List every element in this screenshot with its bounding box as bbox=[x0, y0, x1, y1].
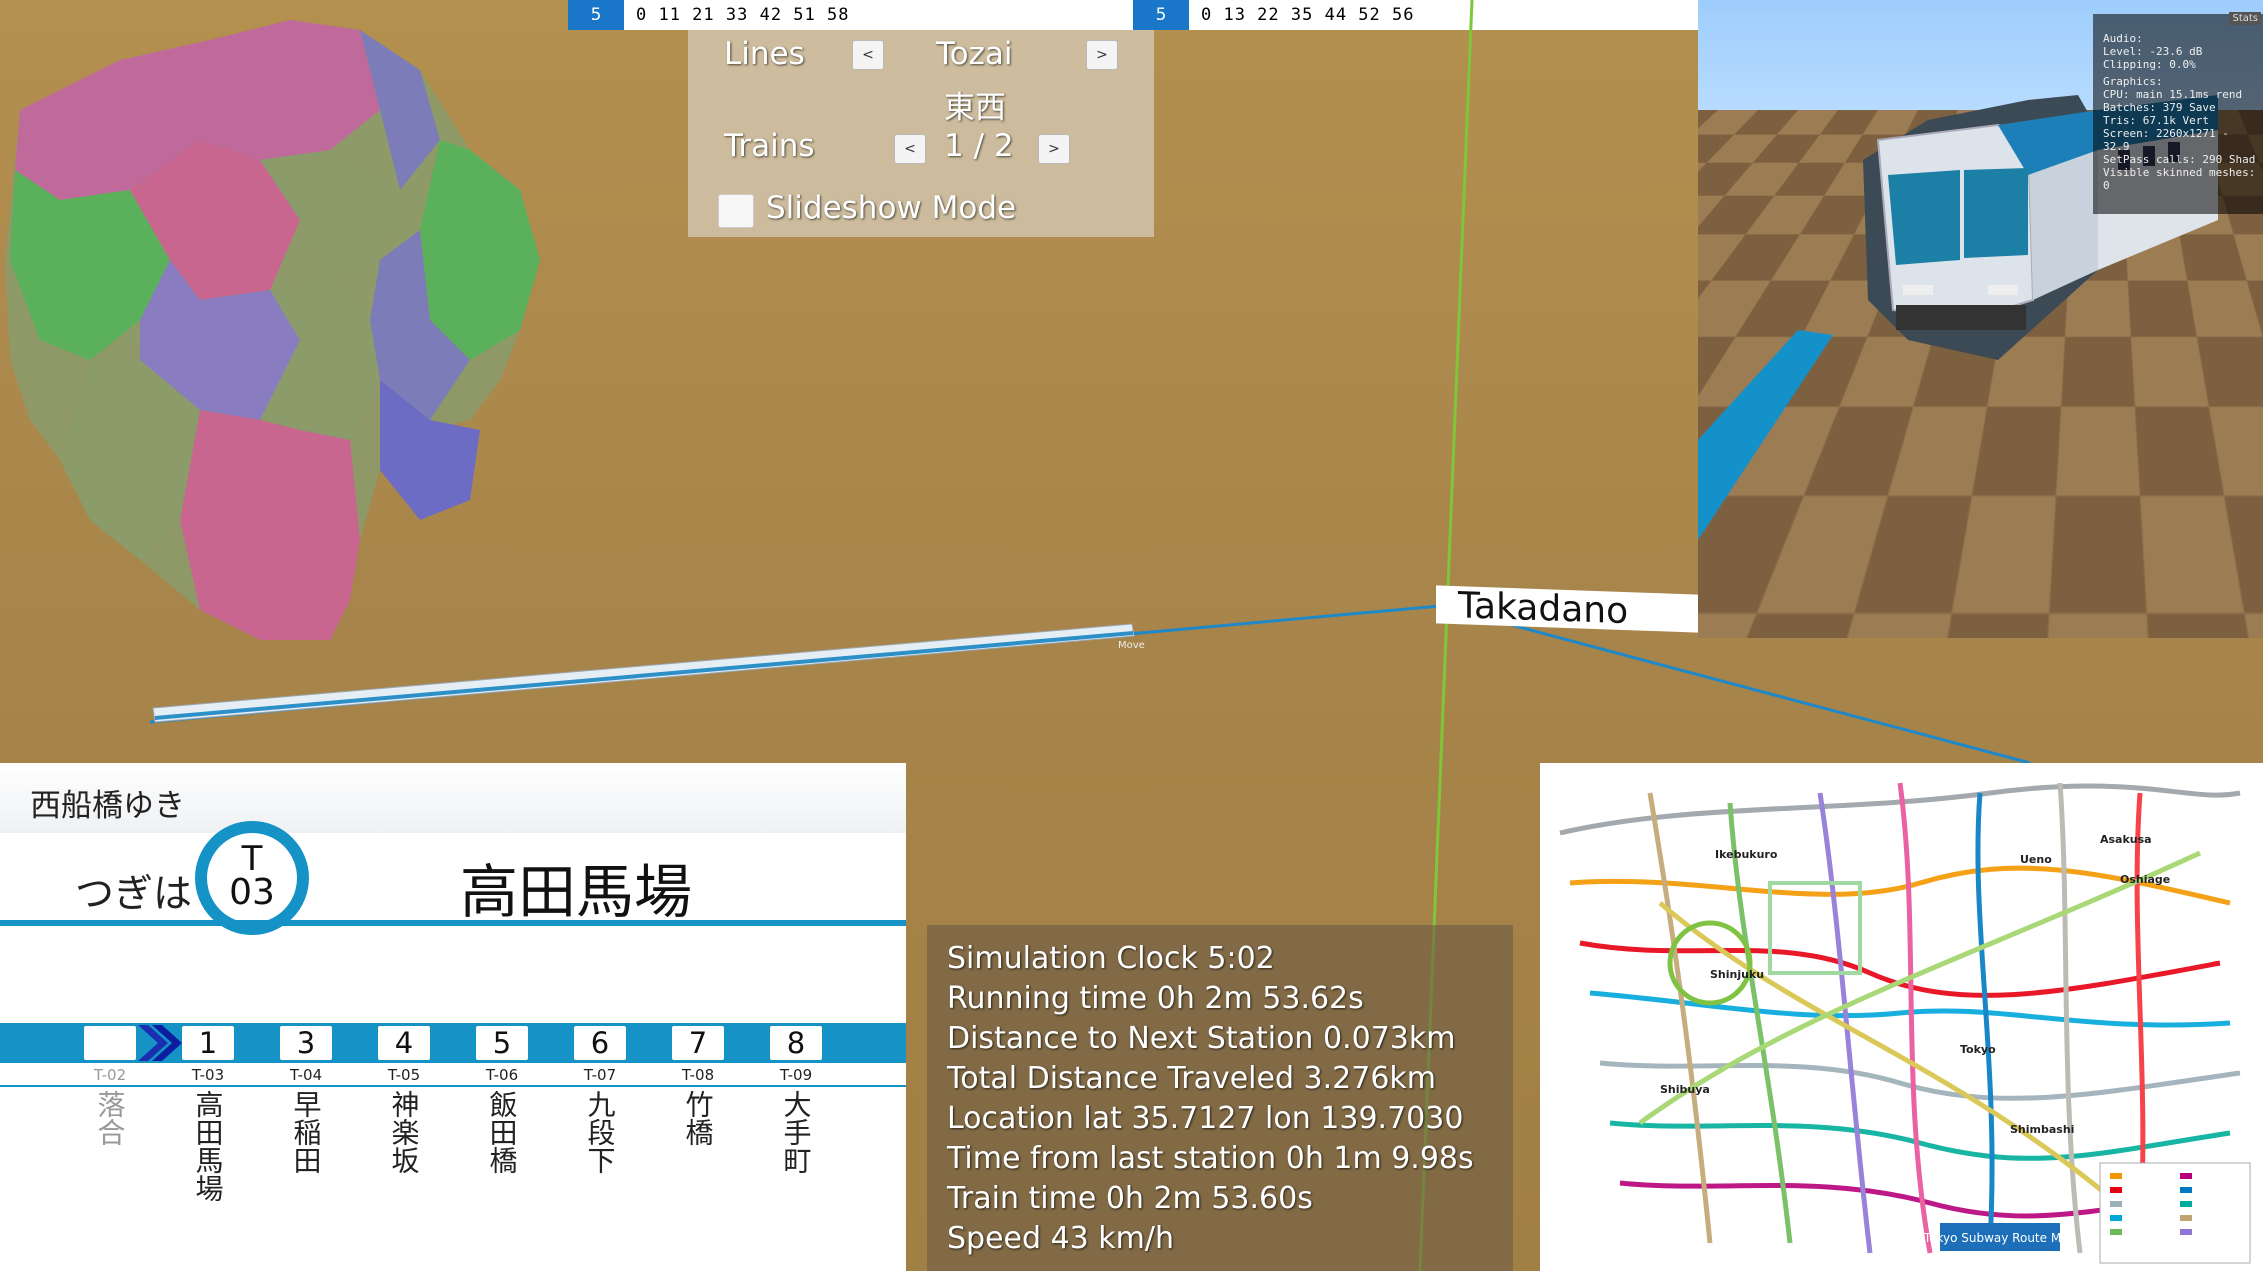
simulation-clock: Simulation Clock 5:02 bbox=[947, 941, 1275, 976]
stats-graphics: Graphics: bbox=[2103, 75, 2163, 88]
station-item-name: 高田馬場 bbox=[191, 1090, 225, 1202]
next-station-name: 高田馬場 bbox=[460, 858, 693, 926]
station-item: 1 T-03 高田馬場 bbox=[175, 1026, 241, 1202]
map-label: Ikebukuro bbox=[1715, 848, 1778, 861]
station-item: 4 T-05 神楽坂 bbox=[371, 1026, 437, 1202]
stats-audio: Audio: bbox=[2103, 32, 2143, 45]
stats-clipping: Clipping: 0.0% bbox=[2103, 58, 2196, 71]
train-window bbox=[1888, 170, 1960, 265]
station-index: 6 bbox=[574, 1026, 626, 1060]
destination-text: 西船橋ゆき bbox=[30, 788, 185, 824]
lines-label: Lines bbox=[724, 36, 805, 72]
train-prev-button[interactable]: < bbox=[894, 134, 926, 164]
speed: Speed 43 km/h bbox=[947, 1221, 1175, 1256]
station-display: 西船橋ゆき つぎは T 03 高田馬場 T-02 落合 1 T-03 高田馬場 … bbox=[0, 763, 906, 1271]
map-label: Tokyo bbox=[1960, 1043, 1996, 1056]
station-index: 4 bbox=[378, 1026, 430, 1060]
station-index: 5 bbox=[476, 1026, 528, 1060]
station-code: T-08 bbox=[681, 1066, 715, 1084]
station-item-name: 神楽坂 bbox=[387, 1090, 421, 1174]
station-index bbox=[84, 1026, 136, 1060]
distance-next-station: Distance to Next Station 0.073km bbox=[947, 1021, 1456, 1056]
station-item-name: 竹橋 bbox=[681, 1090, 715, 1146]
map-label: Oshiage bbox=[2120, 873, 2170, 886]
station-item-name: 飯田橋 bbox=[485, 1090, 519, 1174]
station-code: T-06 bbox=[485, 1066, 519, 1084]
stats-skinned: Visible skinned meshes: 0 bbox=[2103, 166, 2256, 192]
station-code: T-05 bbox=[387, 1066, 421, 1084]
map-label: Shinjuku bbox=[1710, 968, 1764, 981]
line-name: Tozai bbox=[936, 36, 1013, 72]
station-code: T-07 bbox=[583, 1066, 617, 1084]
station-item: 5 T-06 飯田橋 bbox=[469, 1026, 535, 1202]
subway-map-drawing: Tokyo Subway Route Map Ikebukuro Shinjuk… bbox=[1540, 763, 2263, 1271]
header-divider bbox=[0, 920, 906, 926]
station-item-name: 九段下 bbox=[583, 1090, 617, 1174]
station-item: 3 T-04 早稲田 bbox=[273, 1026, 339, 1202]
station-index: 8 bbox=[770, 1026, 822, 1060]
station-index: 1 bbox=[182, 1026, 234, 1060]
station-code: T-02 bbox=[93, 1066, 127, 1084]
station-letter: T bbox=[241, 839, 263, 879]
total-distance: Total Distance Traveled 3.276km bbox=[947, 1061, 1437, 1096]
train-coupler bbox=[1896, 305, 2026, 330]
station-code: T-03 bbox=[191, 1066, 225, 1084]
subway-route-map: Tokyo Subway Route Map Ikebukuro Shinjuk… bbox=[1540, 763, 2263, 1271]
station-item-name: 早稲田 bbox=[289, 1090, 323, 1174]
line-next-button[interactable]: > bbox=[1086, 40, 1118, 70]
stats-tris: Tris: 67.1k bbox=[2103, 114, 2176, 127]
stats-verts: Vert bbox=[2182, 114, 2209, 127]
stats-overlay: Audio: Level: -23.6 dB Clipping: 0.0% Gr… bbox=[2093, 14, 2263, 214]
station-number-badge: T 03 bbox=[195, 821, 309, 935]
station-item: T-02 落合 bbox=[77, 1026, 143, 1202]
stats-shad: Shad bbox=[2228, 153, 2256, 166]
stats-cpu: CPU: main 15.1ms rend bbox=[2103, 88, 2243, 101]
map-label: Asakusa bbox=[2100, 833, 2152, 846]
trains-label: Trains bbox=[724, 128, 815, 164]
lines-trains-panel: Lines < Tozai > 東西 Trains < 1 / 2 > Slid… bbox=[688, 30, 1154, 237]
station-item-name: 大手町 bbox=[779, 1090, 813, 1174]
time-from-last-station: Time from last station 0h 1m 9.98s bbox=[947, 1141, 1474, 1176]
station-item-name: 落合 bbox=[93, 1090, 127, 1146]
stats-setpass: SetPass calls: 290 bbox=[2103, 153, 2223, 166]
move-label: Move bbox=[1118, 640, 1145, 651]
slideshow-checkbox[interactable] bbox=[718, 194, 754, 228]
train-next-button[interactable]: > bbox=[1038, 134, 1070, 164]
map-label: Ueno bbox=[2020, 853, 2052, 866]
station-index: 7 bbox=[672, 1026, 724, 1060]
station-code: T-04 bbox=[289, 1066, 323, 1084]
next-label: つぎは bbox=[75, 872, 193, 917]
train-window bbox=[1964, 168, 2028, 258]
map-label: Shimbashi bbox=[2010, 1123, 2074, 1136]
station-item: 8 T-09 大手町 bbox=[763, 1026, 829, 1202]
station-item: 7 T-08 竹橋 bbox=[665, 1026, 731, 1202]
station-code: T-09 bbox=[779, 1066, 813, 1084]
stats-batches: Batches: 379 bbox=[2103, 101, 2183, 114]
camera-track bbox=[1698, 330, 1833, 540]
train-time: Train time 0h 2m 53.60s bbox=[947, 1181, 1313, 1216]
stats-level: Level: -23.6 dB bbox=[2103, 45, 2203, 58]
train-camera-view[interactable]: Audio: Level: -23.6 dB Clipping: 0.0% Gr… bbox=[1698, 0, 2263, 638]
line-name-jp: 東西 bbox=[944, 90, 1006, 126]
station-item: 6 T-07 九段下 bbox=[567, 1026, 633, 1202]
subway-map-title: Tokyo Subway Route Map bbox=[1923, 1231, 2076, 1245]
stats-screen: Screen: 2260x1271 - 32.9 bbox=[2103, 127, 2229, 153]
simulation-info-panel: Simulation Clock 5:02 Running time 0h 2m… bbox=[927, 925, 1513, 1271]
line-prev-button[interactable]: < bbox=[852, 40, 884, 70]
stats-save: Save bbox=[2189, 101, 2216, 114]
slideshow-label: Slideshow Mode bbox=[766, 190, 1017, 226]
station-list: T-02 落合 1 T-03 高田馬場 3 T-04 早稲田 4 T-05 神楽… bbox=[77, 1026, 829, 1202]
tokyo-ward-map bbox=[5, 20, 540, 640]
station-index: 3 bbox=[280, 1026, 332, 1060]
location: Location lat 35.7127 lon 139.7030 bbox=[947, 1101, 1464, 1136]
map-label: Shibuya bbox=[1660, 1083, 1710, 1096]
stats-tab[interactable]: Stats bbox=[2229, 12, 2261, 25]
running-time: Running time 0h 2m 53.62s bbox=[947, 981, 1364, 1016]
trains-value: 1 / 2 bbox=[944, 128, 1014, 164]
station-number: 03 bbox=[229, 872, 275, 913]
